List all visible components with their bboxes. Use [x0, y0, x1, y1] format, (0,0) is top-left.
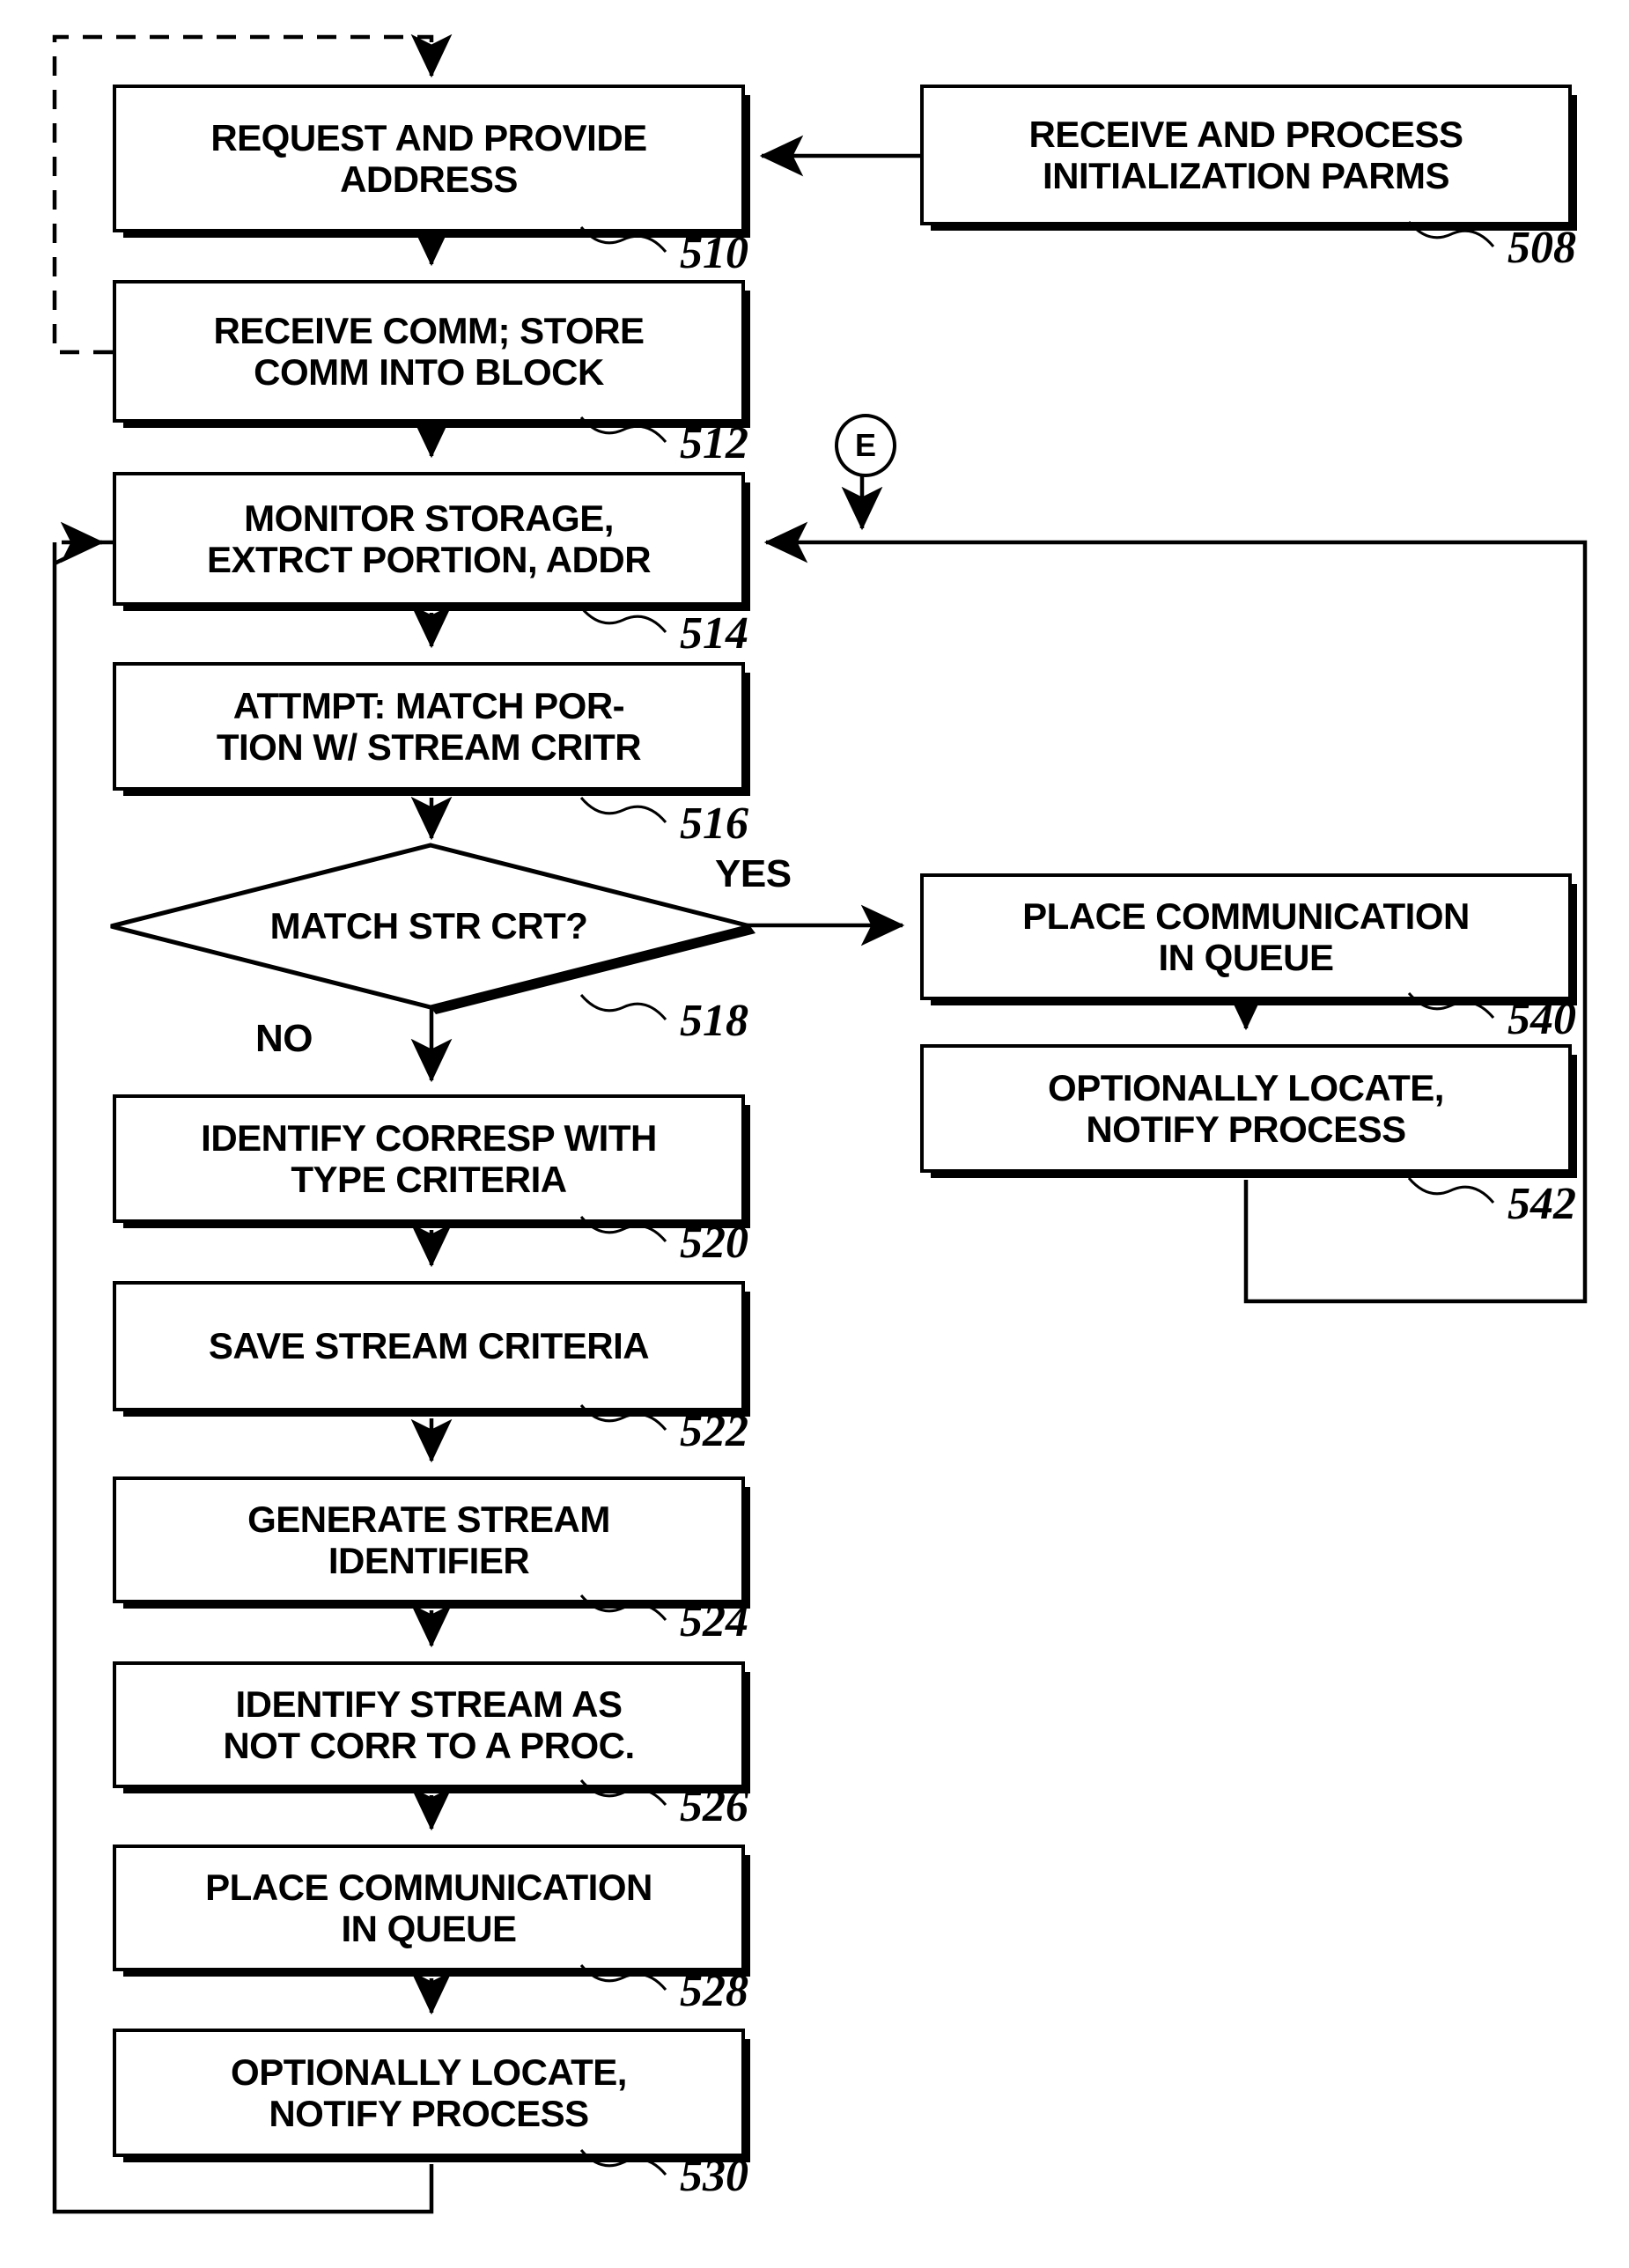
- process-box-524-label: GENERATE STREAM IDENTIFIER: [247, 1498, 610, 1581]
- process-box-512[interactable]: RECEIVE COMM; STORE COMM INTO BLOCK: [113, 280, 745, 423]
- ref-number-512: 512: [680, 418, 748, 468]
- process-box-526-label: IDENTIFY STREAM AS NOT CORR TO A PROC.: [223, 1683, 635, 1766]
- branch-label-yes: YES: [715, 852, 792, 895]
- process-box-542-label: OPTIONALLY LOCATE, NOTIFY PROCESS: [1048, 1066, 1444, 1150]
- process-box-514-label: MONITOR STORAGE, EXTRCT PORTION, ADDR: [206, 497, 652, 580]
- ref-number-526: 526: [680, 1781, 748, 1831]
- process-box-540-label: PLACE COMMUNICATION IN QUEUE: [1022, 895, 1470, 978]
- offpage-connector-E-label: E: [854, 427, 876, 463]
- ref-number-540: 540: [1507, 994, 1576, 1044]
- ref-number-516: 516: [680, 799, 748, 849]
- process-box-530-label: OPTIONALLY LOCATE, NOTIFY PROCESS: [231, 2051, 627, 2134]
- process-box-530[interactable]: OPTIONALLY LOCATE, NOTIFY PROCESS: [113, 2029, 745, 2157]
- process-box-512-label: RECEIVE COMM; STORE COMM INTO BLOCK: [213, 309, 645, 393]
- offpage-connector-E[interactable]: E: [835, 414, 896, 477]
- process-box-508[interactable]: RECEIVE AND PROCESS INITIALIZATION PARMS: [920, 85, 1572, 225]
- process-box-510-label: REQUEST AND PROVIDE ADDRESS: [210, 116, 647, 200]
- decision-box-518-label[interactable]: MATCH STR CRT?: [113, 838, 745, 1014]
- process-box-516[interactable]: ATTMPT: MATCH POR- TION W/ STREAM CRITR: [113, 662, 745, 791]
- process-box-520[interactable]: IDENTIFY CORRESP WITH TYPE CRITERIA: [113, 1094, 745, 1223]
- ref-number-520: 520: [680, 1218, 748, 1268]
- process-box-516-label: ATTMPT: MATCH POR- TION W/ STREAM CRITR: [216, 684, 642, 768]
- process-box-520-label: IDENTIFY CORRESP WITH TYPE CRITERIA: [201, 1116, 657, 1200]
- process-box-528-label: PLACE COMMUNICATION IN QUEUE: [205, 1866, 652, 1949]
- process-box-508-label: RECEIVE AND PROCESS INITIALIZATION PARMS: [1028, 113, 1463, 196]
- process-box-522[interactable]: SAVE STREAM CRITERIA: [113, 1281, 745, 1411]
- process-box-528[interactable]: PLACE COMMUNICATION IN QUEUE: [113, 1845, 745, 1971]
- ref-number-542: 542: [1507, 1179, 1576, 1229]
- ref-number-530: 530: [680, 2151, 748, 2201]
- process-box-522-label: SAVE STREAM CRITERIA: [208, 1325, 650, 1367]
- process-box-542[interactable]: OPTIONALLY LOCATE, NOTIFY PROCESS: [920, 1044, 1572, 1173]
- edge-530-loop-corner: [53, 540, 113, 566]
- ref-number-518: 518: [680, 996, 748, 1046]
- leader-514: [579, 607, 667, 633]
- process-box-510[interactable]: REQUEST AND PROVIDE ADDRESS: [113, 85, 745, 232]
- process-box-514[interactable]: MONITOR STORAGE, EXTRCT PORTION, ADDR: [113, 472, 745, 606]
- ref-number-524: 524: [680, 1596, 748, 1646]
- process-box-524[interactable]: GENERATE STREAM IDENTIFIER: [113, 1476, 745, 1603]
- figure-canvas: REQUEST AND PROVIDE ADDRESS RECEIVE AND P…: [0, 0, 1629, 2268]
- branch-label-no: NO: [255, 1017, 313, 1060]
- ref-number-508: 508: [1507, 223, 1576, 273]
- ref-number-522: 522: [680, 1406, 748, 1456]
- process-box-526[interactable]: IDENTIFY STREAM AS NOT CORR TO A PROC.: [113, 1661, 745, 1788]
- ref-number-510: 510: [680, 228, 748, 278]
- leader-542: [1407, 1177, 1495, 1204]
- leader-508: [1407, 221, 1495, 247]
- process-box-540[interactable]: PLACE COMMUNICATION IN QUEUE: [920, 873, 1572, 1000]
- leader-516: [579, 797, 667, 823]
- ref-number-528: 528: [680, 1966, 748, 2016]
- ref-number-514: 514: [680, 608, 748, 659]
